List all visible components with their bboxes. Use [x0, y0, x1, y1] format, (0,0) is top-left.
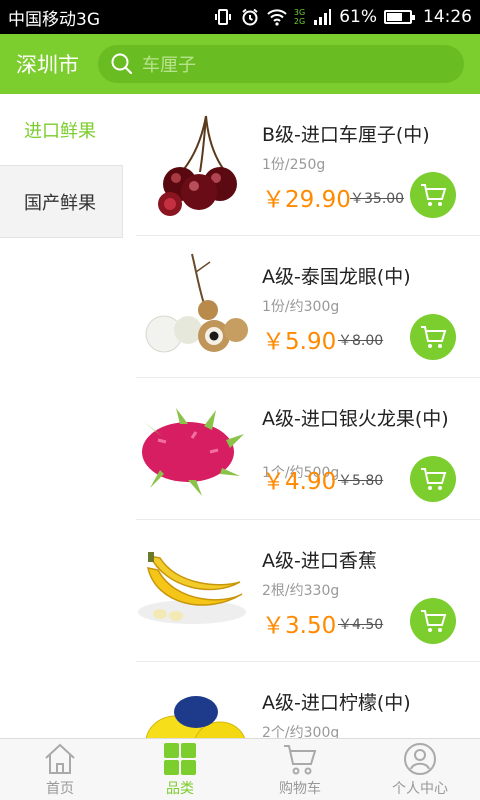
product-item[interactable]: A级-进口香蕉 2根/约330g ￥3.50 ￥4.50 [136, 520, 480, 662]
home-icon [45, 743, 75, 774]
product-name: A级-进口柠檬(中) [262, 692, 411, 714]
cart-icon [421, 184, 447, 206]
product-name: A级-泰国龙眼(中) [262, 266, 411, 288]
product-spec: 2根/约330g [262, 583, 340, 599]
original-price: ￥8.00 [338, 333, 384, 349]
user-icon [404, 743, 436, 775]
search-placeholder: 车厘子 [142, 55, 196, 76]
tab-label: 购物车 [279, 781, 321, 797]
tab-label: 首页 [46, 781, 74, 797]
battery-percent: 61% [339, 7, 377, 27]
product-price: ￥5.90 [262, 329, 337, 355]
battery-icon [384, 10, 415, 24]
carrier-label: 中国移动3G [8, 9, 100, 30]
original-price: ￥4.50 [338, 617, 384, 633]
add-to-cart-button[interactable] [410, 456, 456, 502]
add-to-cart-button[interactable] [410, 598, 456, 644]
status-bar: 中国移动3G 3G 2G 61% 14:26 [0, 0, 480, 34]
tab-home[interactable]: 首页 [0, 739, 120, 800]
clock: 14:26 [423, 7, 472, 27]
signal-icon [314, 9, 332, 25]
tab-category[interactable]: 品类 [120, 739, 240, 800]
dragon-fruit-image [142, 408, 244, 496]
product-price: ￥3.50 [262, 613, 337, 639]
network-type-badge: 3G 2G [293, 8, 306, 26]
search-icon [111, 53, 133, 75]
category-item-imported-fruit[interactable]: 进口鲜果 [0, 94, 123, 166]
tab-label: 个人中心 [392, 781, 448, 797]
top-header: 深圳市 车厘子 [0, 34, 480, 94]
cherry-image [158, 115, 237, 216]
tab-profile[interactable]: 个人中心 [360, 739, 480, 800]
category-label: 国产鲜果 [24, 192, 96, 214]
product-name: A级-进口香蕉 [262, 550, 377, 572]
category-label: 进口鲜果 [24, 120, 96, 142]
city-selector[interactable]: 深圳市 [16, 49, 98, 79]
product-item[interactable]: A级-进口银火龙果(中) 1个/约500g ￥4.90 ￥5.80 [136, 378, 480, 520]
vibrate-icon [214, 9, 231, 25]
category-sidebar: 进口鲜果 国产鲜果 [0, 94, 123, 738]
cart-icon [421, 326, 447, 348]
tab-label: 品类 [166, 781, 194, 797]
alarm-icon [242, 8, 258, 26]
grid-icon [164, 743, 196, 775]
add-to-cart-button[interactable] [410, 314, 456, 360]
bottom-tab-bar: 首页 品类 购物车 个人中心 [0, 738, 480, 800]
product-price: ￥29.90 [262, 187, 351, 213]
product-spec: 1份/250g [262, 157, 326, 173]
product-price: ￥4.90 [262, 469, 337, 495]
product-name: B级-进口车厘子(中) [262, 124, 430, 146]
product-spec: 1份/约300g [262, 299, 340, 315]
lemon-image [145, 696, 246, 738]
banana-image [138, 552, 246, 624]
longan-image [145, 253, 248, 353]
product-name: A级-进口银火龙果(中) [262, 408, 449, 430]
cart-icon [284, 745, 317, 775]
product-item[interactable]: A级-进口柠檬(中) 2个/约300g [136, 662, 480, 738]
original-price: ￥35.00 [350, 191, 405, 207]
category-item-domestic-fruit[interactable]: 国产鲜果 [0, 166, 123, 238]
search-input[interactable]: 车厘子 [98, 45, 464, 83]
add-to-cart-button[interactable] [410, 172, 456, 218]
original-price: ￥5.80 [338, 473, 384, 489]
cart-icon [421, 468, 447, 490]
wifi-icon [267, 9, 287, 26]
product-item[interactable]: B级-进口车厘子(中) 1份/250g ￥29.90 ￥35.00 [136, 94, 480, 236]
cart-icon [421, 610, 447, 632]
tab-cart[interactable]: 购物车 [240, 739, 360, 800]
product-item[interactable]: A级-泰国龙眼(中) 1份/约300g ￥5.90 ￥8.00 [136, 236, 480, 378]
product-spec: 2个/约300g [262, 725, 340, 738]
product-list: B级-进口车厘子(中) 1份/250g ￥29.90 ￥35.00 A级-泰国龙… [136, 94, 480, 738]
